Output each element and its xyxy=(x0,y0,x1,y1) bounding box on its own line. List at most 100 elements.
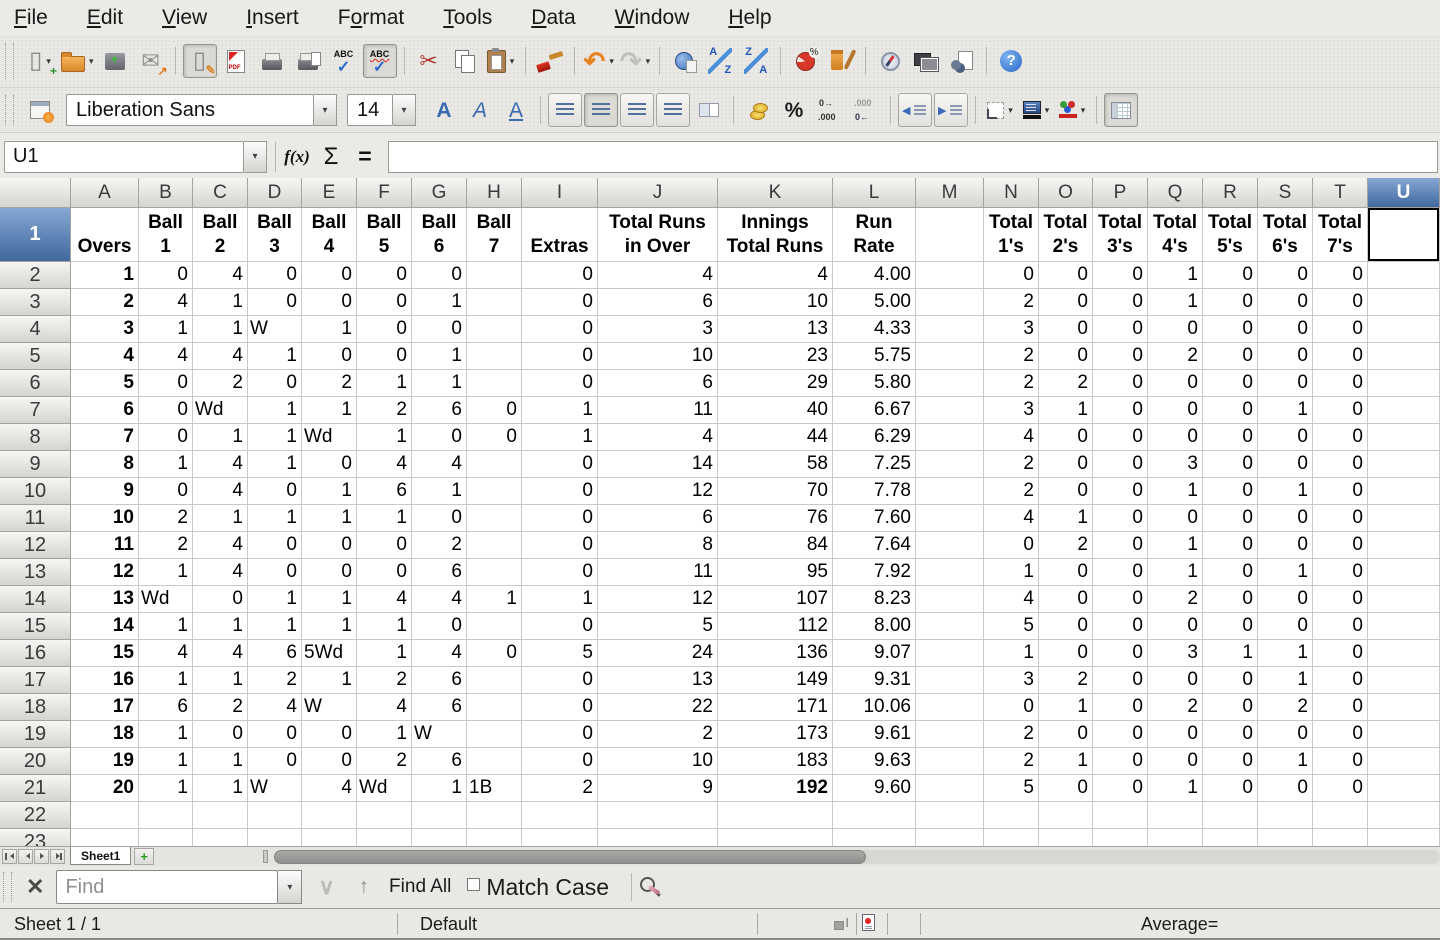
data-sources-icon[interactable] xyxy=(945,44,979,78)
cell-N10[interactable]: 2 xyxy=(984,478,1039,505)
toolbar-drag-handle[interactable] xyxy=(5,95,14,126)
cell-T5[interactable]: 0 xyxy=(1313,343,1368,370)
cell-I8[interactable]: 1 xyxy=(522,424,598,451)
cell-A6[interactable]: 5 xyxy=(71,370,139,397)
cell-S21[interactable]: 0 xyxy=(1258,775,1313,802)
add-sheet-button[interactable]: + xyxy=(134,848,154,865)
cell-E17[interactable]: 1 xyxy=(302,667,357,694)
cell-B8[interactable]: 0 xyxy=(139,424,193,451)
cell-K7[interactable]: 40 xyxy=(718,397,833,424)
cell-S18[interactable]: 2 xyxy=(1258,694,1313,721)
cell-M10[interactable] xyxy=(916,478,984,505)
cell-S2[interactable]: 0 xyxy=(1258,262,1313,289)
cell-H13[interactable] xyxy=(467,559,522,586)
cell-A20[interactable]: 19 xyxy=(71,748,139,775)
open-folder-dropdown[interactable]: ▾ xyxy=(89,57,94,66)
find-input-dropdown[interactable]: ▾ xyxy=(278,870,302,904)
cell-O16[interactable]: 0 xyxy=(1039,640,1093,667)
cell-B23[interactable] xyxy=(139,829,193,846)
print-preview-icon[interactable] xyxy=(291,44,325,78)
cell-I11[interactable]: 0 xyxy=(522,505,598,532)
cell-U22[interactable] xyxy=(1368,802,1440,829)
cell-I5[interactable]: 0 xyxy=(522,343,598,370)
cell-A14[interactable]: 13 xyxy=(71,586,139,613)
row-header-12[interactable]: 12 xyxy=(0,532,71,559)
cell-Q2[interactable]: 1 xyxy=(1148,262,1203,289)
name-box[interactable]: U1 xyxy=(4,141,244,173)
new-document-icon[interactable]: ▯+▾ xyxy=(23,44,57,78)
cell-M9[interactable] xyxy=(916,451,984,478)
cell-L13[interactable]: 7.92 xyxy=(833,559,916,586)
cell-J16[interactable]: 24 xyxy=(598,640,718,667)
cell-A2[interactable]: 1 xyxy=(71,262,139,289)
select-all-corner[interactable] xyxy=(0,178,71,208)
add-decimal-icon[interactable] xyxy=(813,93,847,127)
cell-H21[interactable]: 1B xyxy=(467,775,522,802)
cell-N23[interactable] xyxy=(984,829,1039,846)
cell-D21[interactable]: W xyxy=(248,775,302,802)
cell-P10[interactable]: 0 xyxy=(1093,478,1148,505)
cell-U8[interactable] xyxy=(1368,424,1440,451)
cell-A22[interactable] xyxy=(71,802,139,829)
menu-file[interactable]: File xyxy=(14,6,48,30)
cell-O1[interactable]: Total 2's xyxy=(1039,208,1093,262)
cut-icon[interactable]: ✂ xyxy=(412,44,446,78)
borders-dropdown[interactable]: ▾ xyxy=(1008,106,1013,115)
cell-K22[interactable] xyxy=(718,802,833,829)
cell-G12[interactable]: 2 xyxy=(412,532,467,559)
column-header-S[interactable]: S xyxy=(1258,178,1313,208)
row-header-7[interactable]: 7 xyxy=(0,397,71,424)
cell-E1[interactable]: Ball 4 xyxy=(302,208,357,262)
cell-D18[interactable]: 4 xyxy=(248,694,302,721)
cell-H20[interactable] xyxy=(467,748,522,775)
font-name-input[interactable]: Liberation Sans xyxy=(66,94,314,126)
save-icon[interactable] xyxy=(98,44,132,78)
cell-C12[interactable]: 4 xyxy=(193,532,248,559)
cell-F5[interactable]: 0 xyxy=(357,343,412,370)
cell-N14[interactable]: 4 xyxy=(984,586,1039,613)
cell-J12[interactable]: 8 xyxy=(598,532,718,559)
cell-M3[interactable] xyxy=(916,289,984,316)
cell-P6[interactable]: 0 xyxy=(1093,370,1148,397)
cell-Q15[interactable]: 0 xyxy=(1148,613,1203,640)
cell-Q1[interactable]: Total 4's xyxy=(1148,208,1203,262)
cell-P12[interactable]: 0 xyxy=(1093,532,1148,559)
column-header-K[interactable]: K xyxy=(718,178,833,208)
cell-F1[interactable]: Ball 5 xyxy=(357,208,412,262)
row-header-15[interactable]: 15 xyxy=(0,613,71,640)
cell-B16[interactable]: 4 xyxy=(139,640,193,667)
cell-U17[interactable] xyxy=(1368,667,1440,694)
cell-S1[interactable]: Total 6's xyxy=(1258,208,1313,262)
cell-Q10[interactable]: 1 xyxy=(1148,478,1203,505)
cell-C14[interactable]: 0 xyxy=(193,586,248,613)
cell-N3[interactable]: 2 xyxy=(984,289,1039,316)
sort-ascending-icon[interactable] xyxy=(703,44,737,78)
cell-U9[interactable] xyxy=(1368,451,1440,478)
cell-T15[interactable]: 0 xyxy=(1313,613,1368,640)
cell-F13[interactable]: 0 xyxy=(357,559,412,586)
cell-A8[interactable]: 7 xyxy=(71,424,139,451)
cell-S22[interactable] xyxy=(1258,802,1313,829)
cell-L11[interactable]: 7.60 xyxy=(833,505,916,532)
cell-O12[interactable]: 2 xyxy=(1039,532,1093,559)
cell-M6[interactable] xyxy=(916,370,984,397)
cell-T23[interactable] xyxy=(1313,829,1368,846)
cell-R3[interactable]: 0 xyxy=(1203,289,1258,316)
cell-S17[interactable]: 1 xyxy=(1258,667,1313,694)
cell-U20[interactable] xyxy=(1368,748,1440,775)
menu-view[interactable]: View xyxy=(162,6,207,30)
cell-T14[interactable]: 0 xyxy=(1313,586,1368,613)
column-header-O[interactable]: O xyxy=(1039,178,1093,208)
cell-N9[interactable]: 2 xyxy=(984,451,1039,478)
function-wizard-icon[interactable]: f(x) xyxy=(280,140,314,174)
cell-L8[interactable]: 6.29 xyxy=(833,424,916,451)
cell-H2[interactable] xyxy=(467,262,522,289)
cell-L22[interactable] xyxy=(833,802,916,829)
cell-O9[interactable]: 0 xyxy=(1039,451,1093,478)
cell-L9[interactable]: 7.25 xyxy=(833,451,916,478)
cell-N20[interactable]: 2 xyxy=(984,748,1039,775)
row-header-22[interactable]: 22 xyxy=(0,802,71,829)
cell-R5[interactable]: 0 xyxy=(1203,343,1258,370)
cell-S16[interactable]: 1 xyxy=(1258,640,1313,667)
cell-E5[interactable]: 0 xyxy=(302,343,357,370)
